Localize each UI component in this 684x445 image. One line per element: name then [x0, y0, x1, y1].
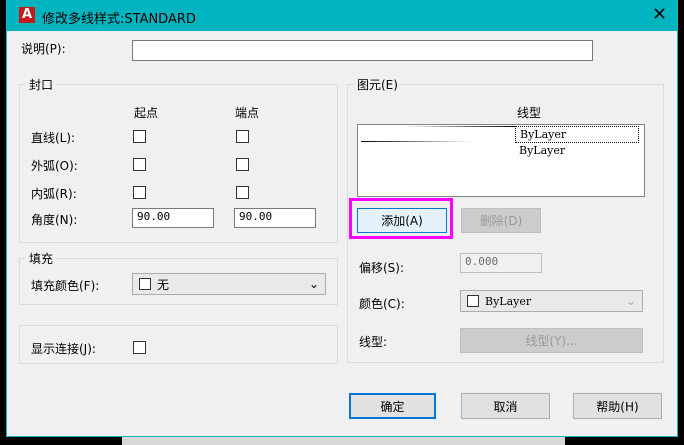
elements-list[interactable]: ByLayer ByLayer: [357, 124, 645, 197]
inner-arc-label: 内弧(R):: [31, 187, 77, 201]
caps-title: 封口: [26, 76, 57, 93]
show-joints-checkbox[interactable]: [133, 341, 146, 354]
cancel-button[interactable]: 取消: [461, 393, 550, 419]
close-button[interactable]: ✕: [652, 4, 667, 25]
add-button[interactable]: 添加(A): [357, 208, 447, 233]
angle-label: 角度(N):: [31, 213, 78, 227]
title-bar: A 修改多线样式:STANDARD ✕: [7, 0, 677, 31]
caps-end-header: 端点: [235, 106, 260, 120]
inner-arc-start-checkbox[interactable]: [133, 186, 146, 199]
fill-color-label: 填充颜色(F):: [31, 279, 100, 293]
color-label: 颜色(C):: [359, 297, 405, 311]
linetype-button[interactable]: 线型(Y)...: [460, 328, 643, 353]
color-swatch-icon: [467, 295, 479, 307]
fill-color-value: 无: [157, 277, 170, 292]
linetype-column-header: 线型: [517, 106, 542, 120]
element-row-2-line: [361, 141, 473, 142]
line-label: 直线(L):: [31, 131, 76, 145]
modify-mline-style-dialog: A 修改多线样式:STANDARD ✕ 说明(P): 封口 起点 端点 直线(L…: [6, 0, 678, 437]
element-linetype: ByLayer: [519, 144, 566, 157]
outer-arc-label: 外弧(O):: [31, 159, 78, 173]
angle-start-input[interactable]: 90.00: [132, 208, 214, 228]
color-value: ByLayer: [485, 294, 532, 308]
element-row-1-line: [402, 126, 516, 127]
chevron-down-icon: ⌄: [625, 294, 636, 308]
inner-arc-end-checkbox[interactable]: [236, 186, 249, 199]
offset-label: 偏移(S):: [359, 261, 405, 275]
background-window: [122, 437, 565, 445]
delete-button[interactable]: 删除(D): [461, 208, 541, 233]
chevron-down-icon: ⌄: [308, 277, 319, 291]
description-label: 说明(P):: [21, 42, 66, 56]
help-button[interactable]: 帮助(H): [573, 393, 662, 419]
outer-arc-end-checkbox[interactable]: [236, 158, 249, 171]
line-end-checkbox[interactable]: [236, 130, 249, 143]
elements-title: 图元(E): [354, 76, 401, 93]
show-joints-label: 显示连接(J):: [31, 342, 96, 356]
ok-button[interactable]: 确定: [349, 393, 436, 419]
fill-title: 填充: [26, 250, 57, 267]
element-row-1[interactable]: ByLayer: [515, 126, 639, 143]
element-linetype: ByLayer: [520, 128, 567, 141]
offset-input[interactable]: 0.000: [460, 253, 542, 273]
dialog-title: 修改多线样式:STANDARD: [42, 12, 196, 27]
color-swatch-icon: [139, 278, 151, 290]
autocad-logo-icon: A: [19, 7, 35, 23]
color-select[interactable]: ByLayer ⌄: [460, 290, 643, 312]
outer-arc-start-checkbox[interactable]: [133, 158, 146, 171]
angle-end-input[interactable]: 90.00: [234, 208, 316, 228]
description-input[interactable]: [132, 40, 593, 61]
fill-color-select[interactable]: 无 ⌄: [132, 273, 326, 295]
caps-start-header: 起点: [134, 106, 159, 120]
line-start-checkbox[interactable]: [133, 130, 146, 143]
linetype-label: 线型:: [359, 335, 388, 349]
